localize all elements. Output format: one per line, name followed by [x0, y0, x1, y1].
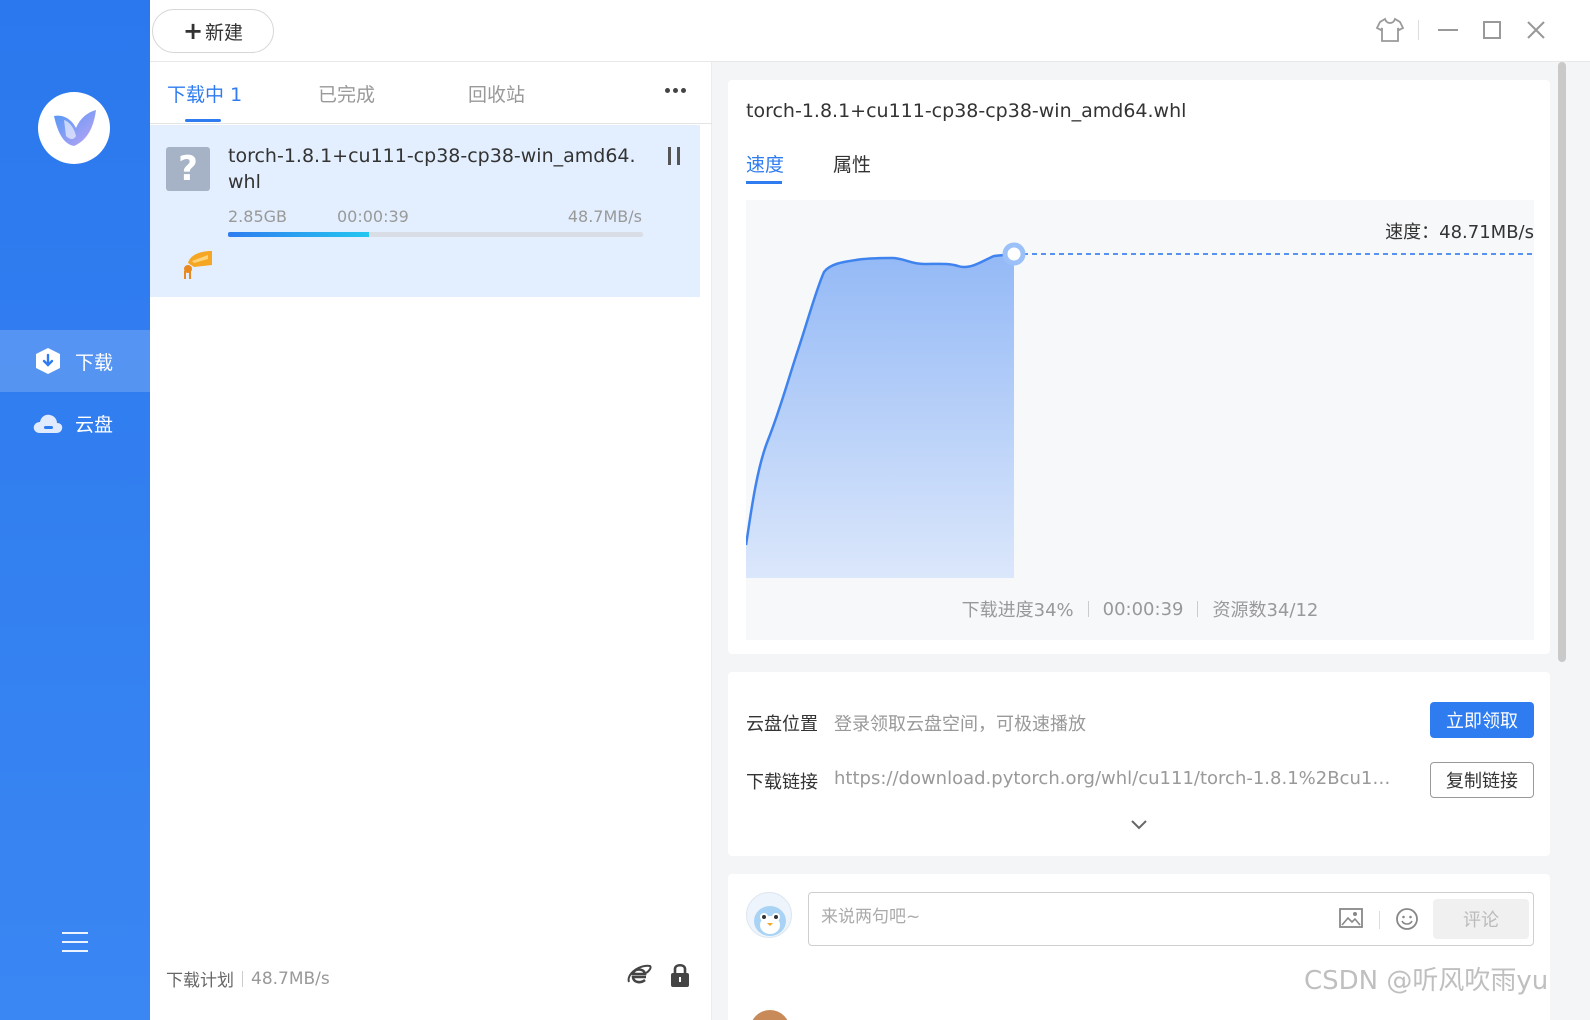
- chevron-down-icon[interactable]: [1130, 816, 1148, 835]
- tab-underline: [746, 181, 782, 184]
- avatar: [746, 892, 792, 938]
- task-speed: 48.7MB/s: [567, 207, 642, 226]
- download-shield-icon: [33, 346, 63, 376]
- time-stat: 00:00:39: [1102, 598, 1184, 620]
- download-plan-footer: 下载计划 48.7MB/s: [166, 966, 330, 992]
- lock-icon[interactable]: [668, 962, 694, 988]
- sidebar: 下载 云盘: [0, 0, 150, 1020]
- comment-box: 评论: [808, 892, 1534, 946]
- footer-speed: 48.7MB/s: [251, 968, 330, 989]
- submit-comment-button[interactable]: 评论: [1433, 899, 1529, 939]
- app-logo: [38, 92, 110, 164]
- task-elapsed: 00:00:39: [337, 207, 409, 226]
- new-task-label: 新建: [205, 21, 244, 44]
- skin-icon[interactable]: [1374, 14, 1406, 46]
- top-bar: + 新建: [150, 0, 1590, 62]
- detail-panel: torch-1.8.1+cu111-cp38-cp38-win_amd64.wh…: [712, 62, 1590, 1020]
- downloading-count-badge: 1: [230, 84, 243, 106]
- maximize-icon[interactable]: [1476, 14, 1508, 46]
- sidebar-item-cloud[interactable]: 云盘: [0, 392, 150, 454]
- current-speed-label: 速度：48.71MB/s: [1385, 222, 1534, 243]
- tab-completed[interactable]: 已完成: [318, 80, 375, 107]
- speed-chart-svg: [746, 242, 1534, 578]
- download-plan-link[interactable]: 下载计划: [166, 966, 234, 991]
- speed-area: [746, 254, 1014, 578]
- tab-properties[interactable]: 属性: [833, 150, 871, 177]
- task-progress-bar: [228, 232, 643, 237]
- detail-filename: torch-1.8.1+cu111-cp38-cp38-win_amd64.wh…: [746, 100, 1187, 122]
- copy-link-button[interactable]: 复制链接: [1430, 762, 1534, 798]
- speed-card: torch-1.8.1+cu111-cp38-cp38-win_amd64.wh…: [728, 80, 1550, 654]
- comment-card: 评论: [728, 874, 1550, 1020]
- current-speed-marker: [1002, 242, 1026, 266]
- cloud-location-value: 登录领取云盘空间，可极速播放: [834, 714, 1086, 735]
- minimize-icon[interactable]: [1432, 14, 1464, 46]
- download-link-value[interactable]: https://download.pytorch.org/whl/cu111/t…: [834, 768, 1394, 789]
- more-options-icon[interactable]: [665, 88, 686, 93]
- hamburger-menu-icon[interactable]: [62, 932, 88, 954]
- tab-recycle-bin[interactable]: 回收站: [468, 80, 525, 107]
- download-task-item[interactable]: ? torch-1.8.1+cu111-cp38-cp38-win_amd64.…: [150, 125, 700, 297]
- scrollbar[interactable]: [1556, 62, 1568, 662]
- task-size: 2.85GB: [228, 207, 287, 226]
- download-stats: 下载进度34% 00:00:39 资源数34/12: [746, 596, 1534, 622]
- download-tabs: 下载中 1 已完成 回收站: [150, 62, 712, 124]
- browser-ie-icon[interactable]: [626, 962, 652, 988]
- next-comment-preview: [746, 994, 1046, 1020]
- comment-input[interactable]: [821, 907, 1301, 927]
- tab-downloading[interactable]: 下载中 1: [167, 80, 242, 107]
- unknown-file-icon: ?: [166, 147, 210, 191]
- new-task-button[interactable]: + 新建: [152, 9, 274, 53]
- task-progress-fill: [228, 232, 370, 237]
- sidebar-item-label: 云盘: [75, 413, 114, 436]
- claim-button[interactable]: 立即领取: [1430, 702, 1534, 738]
- sources-stat: 资源数34/12: [1212, 600, 1319, 621]
- task-filename: torch-1.8.1+cu111-cp38-cp38-win_amd64.wh…: [228, 145, 636, 193]
- cloud-card: 云盘位置 登录领取云盘空间，可极速播放 立即领取 下载链接 https://do…: [728, 672, 1550, 856]
- image-icon[interactable]: [1339, 907, 1365, 933]
- sidebar-item-label: 下载: [75, 351, 114, 374]
- pause-icon[interactable]: [668, 147, 680, 165]
- cloud-icon: [33, 408, 63, 438]
- tab-speed[interactable]: 速度: [746, 150, 784, 177]
- emoji-icon[interactable]: [1395, 907, 1421, 933]
- download-list-panel: 下载中 1 已完成 回收站 ? torch-1.8.1+cu111-cp38-c…: [150, 62, 712, 1020]
- tab-underline: [185, 119, 221, 122]
- speed-chart: 速度：48.71MB/s 下载进度34% 00:00:39 资源数34/12: [746, 200, 1534, 640]
- download-link-label: 下载链接: [746, 772, 818, 793]
- sidebar-item-download[interactable]: 下载: [0, 330, 150, 392]
- scrollbar-thumb[interactable]: [1558, 62, 1566, 662]
- cloud-location-label: 云盘位置: [746, 714, 818, 735]
- plus-icon: +: [182, 17, 204, 45]
- acceleration-mascot-icon: [180, 245, 216, 285]
- close-icon[interactable]: [1520, 14, 1552, 46]
- progress-stat: 下载进度34%: [961, 600, 1074, 621]
- watermark: CSDN @听风吹雨yu: [1304, 966, 1549, 996]
